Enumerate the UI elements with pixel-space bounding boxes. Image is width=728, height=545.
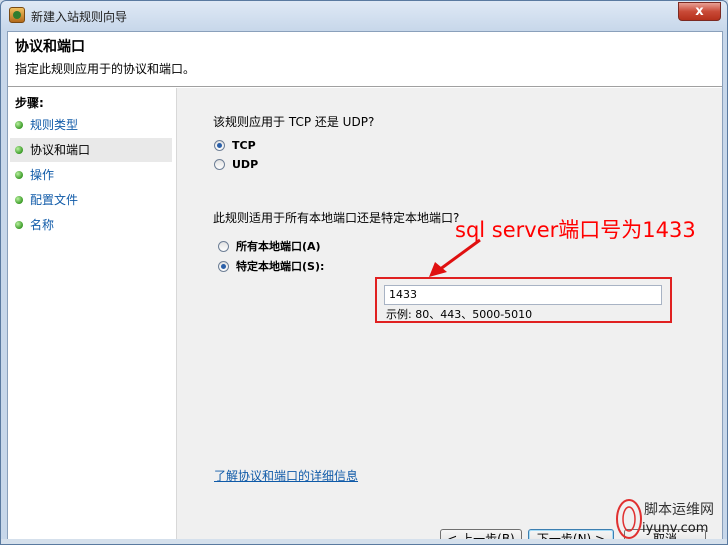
green-bullet-icon — [15, 196, 23, 204]
step-label: 协议和端口 — [30, 143, 91, 157]
step-label: 规则类型 — [30, 118, 79, 132]
step-profile[interactable]: 配置文件 — [10, 188, 172, 212]
learn-more-link[interactable]: 了解协议和端口的详细信息 — [214, 467, 358, 484]
step-name[interactable]: 名称 — [10, 213, 172, 237]
step-protocol-ports[interactable]: 协议和端口 — [10, 138, 172, 162]
step-label: 操作 — [30, 168, 55, 182]
port-input[interactable]: 1433 — [384, 285, 662, 305]
ports-question: 此规则适用于所有本地端口还是特定本地端口? — [213, 211, 460, 225]
firewall-icon — [9, 7, 25, 23]
all-ports-radio[interactable]: 所有本地端口(A) — [218, 238, 321, 254]
step-label: 名称 — [30, 218, 55, 232]
radio-unselected-icon — [218, 240, 229, 252]
wizard-client: 协议和端口 指定此规则应用于的协议和端口。 步骤: 规则类型 协议和端口 操作 … — [7, 31, 723, 544]
green-bullet-icon — [15, 146, 23, 154]
annotation-text: sql server端口号为1433 — [455, 218, 696, 242]
page-title: 协议和端口 — [15, 39, 85, 55]
port-example-hint: 示例: 80、443、5000-5010 — [386, 308, 533, 321]
close-button[interactable]: x — [678, 2, 721, 21]
watermark-url: iyunv.com — [642, 521, 709, 536]
steps-sidebar: 步骤: 规则类型 协议和端口 操作 配置文件 名称 — [8, 88, 177, 539]
radio-selected-icon — [218, 260, 229, 272]
page-description: 指定此规则应用于的协议和端口。 — [15, 62, 196, 76]
annotation-arrow-icon — [429, 238, 481, 277]
steps-label: 步骤: — [15, 96, 44, 110]
watermark-logo-icon — [616, 499, 642, 539]
content-panel: 该规则应用于 TCP 还是 UDP? TCP UDP 此规则适用于所有本地端口还… — [177, 88, 722, 544]
green-bullet-icon — [15, 221, 23, 229]
specific-ports-radio[interactable]: 特定本地端口(S): — [218, 258, 324, 274]
watermark-text: 脚本运维网 — [644, 502, 714, 518]
page-header: 协议和端口 指定此规则应用于的协议和端口。 — [8, 32, 722, 87]
window-title: 新建入站规则向导 — [31, 10, 128, 24]
step-rule-type[interactable]: 规则类型 — [10, 113, 172, 137]
step-action[interactable]: 操作 — [10, 163, 172, 187]
radio-label: 特定本地端口(S): — [236, 260, 325, 273]
radio-label: 所有本地端口(A) — [236, 240, 321, 253]
radio-label: TCP — [232, 139, 256, 152]
site-watermark: 脚本运维网 iyunv.com — [614, 497, 724, 541]
radio-unselected-icon — [214, 159, 225, 170]
radio-label: UDP — [232, 158, 259, 171]
wizard-window: 新建入站规则向导 x 协议和端口 指定此规则应用于的协议和端口。 步骤: 规则类… — [0, 0, 728, 545]
radio-selected-icon — [214, 140, 225, 151]
udp-radio[interactable]: UDP — [214, 158, 258, 171]
protocol-question: 该规则应用于 TCP 还是 UDP? — [213, 115, 375, 129]
green-bullet-icon — [15, 171, 23, 179]
step-label: 配置文件 — [30, 193, 79, 207]
title-bar[interactable]: 新建入站规则向导 x — [1, 1, 727, 31]
green-bullet-icon — [15, 121, 23, 129]
tcp-radio[interactable]: TCP — [214, 139, 256, 152]
